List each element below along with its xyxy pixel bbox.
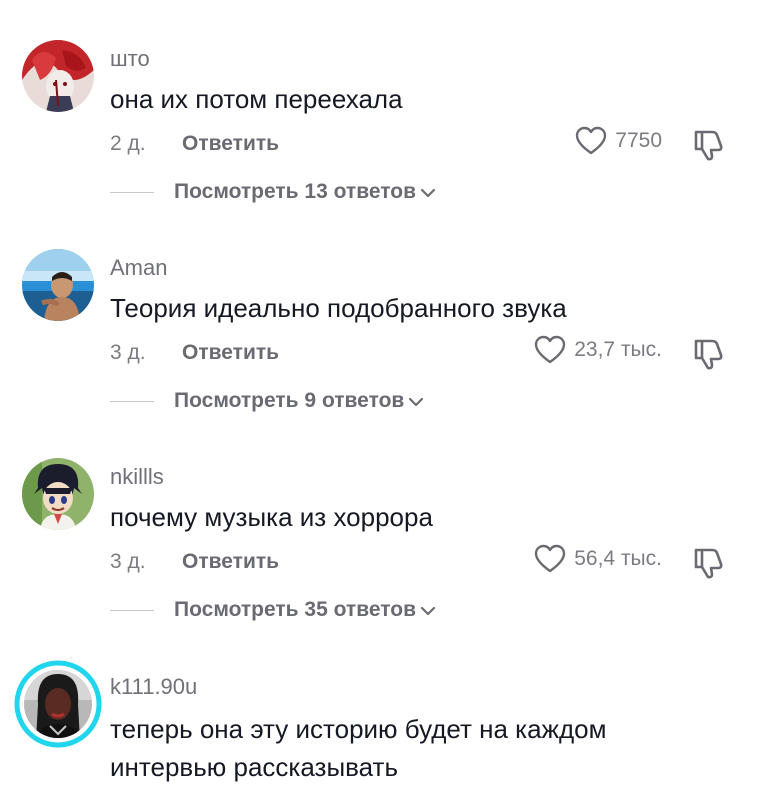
chevron-down-icon: [420, 188, 436, 198]
comment-username[interactable]: k111.90u: [110, 674, 197, 700]
avatar[interactable]: [22, 458, 94, 530]
heart-outline-icon: [535, 544, 566, 573]
comment-age: 3 д.: [110, 550, 146, 573]
dislike-button[interactable]: [690, 544, 726, 580]
comment-age: 2 д.: [110, 132, 146, 155]
like-button[interactable]: 7750: [575, 126, 662, 156]
like-count: 56,4 тыс.: [574, 547, 662, 570]
avatar-with-story-ring[interactable]: [14, 660, 102, 748]
divider: [110, 191, 154, 193]
view-replies-label: Посмотреть 13 ответов: [174, 180, 416, 203]
comment-text: теперь она эту историю будет на каждом и…: [110, 710, 606, 786]
divider: [110, 609, 154, 611]
dislike-button[interactable]: [690, 126, 726, 162]
dislike-button[interactable]: [690, 335, 726, 371]
reply-button[interactable]: Ответить: [182, 132, 279, 156]
view-replies-button[interactable]: Посмотреть 9 ответов: [110, 389, 424, 413]
view-replies-label: Посмотреть 9 ответов: [174, 389, 405, 412]
comment-text: почему музыка из хоррора: [110, 502, 433, 532]
view-replies-button[interactable]: Посмотреть 13 ответов: [110, 180, 436, 204]
like-button[interactable]: 23,7 тыс.: [534, 335, 662, 365]
divider: [110, 400, 154, 402]
view-replies-button[interactable]: Посмотреть 35 ответов: [110, 598, 436, 622]
previous-comment-fragment: [0, 0, 757, 6]
like-count: 7750: [615, 129, 662, 152]
comment-age: 3 д.: [110, 341, 146, 364]
comment-username[interactable]: Aman: [110, 255, 167, 281]
comment-username[interactable]: што: [110, 46, 150, 72]
heart-outline-icon: [576, 126, 607, 155]
chevron-down-icon: [420, 606, 436, 616]
comment-text-line: интервью рассказывать: [110, 752, 399, 782]
thumbs-down-icon: [694, 339, 723, 370]
chevron-down-icon: [409, 397, 424, 407]
heart-outline-icon: [535, 335, 566, 364]
comment-text: Теория идеально подобранного звука: [110, 293, 567, 323]
view-replies-label: Посмотреть 35 ответов: [174, 598, 416, 621]
comment-text: она их потом переехала: [110, 84, 403, 114]
avatar[interactable]: [22, 249, 94, 321]
reply-button[interactable]: Ответить: [182, 341, 279, 365]
thumbs-down-icon: [694, 130, 723, 161]
thumbs-down-icon: [694, 548, 723, 579]
like-button[interactable]: 56,4 тыс.: [534, 544, 662, 574]
reply-button[interactable]: Ответить: [182, 550, 279, 574]
like-count: 23,7 тыс.: [574, 338, 662, 361]
comment-text-line: теперь она эту историю будет на каждом: [110, 714, 607, 744]
avatar[interactable]: [22, 40, 94, 112]
comment-username[interactable]: nkillls: [110, 464, 164, 490]
